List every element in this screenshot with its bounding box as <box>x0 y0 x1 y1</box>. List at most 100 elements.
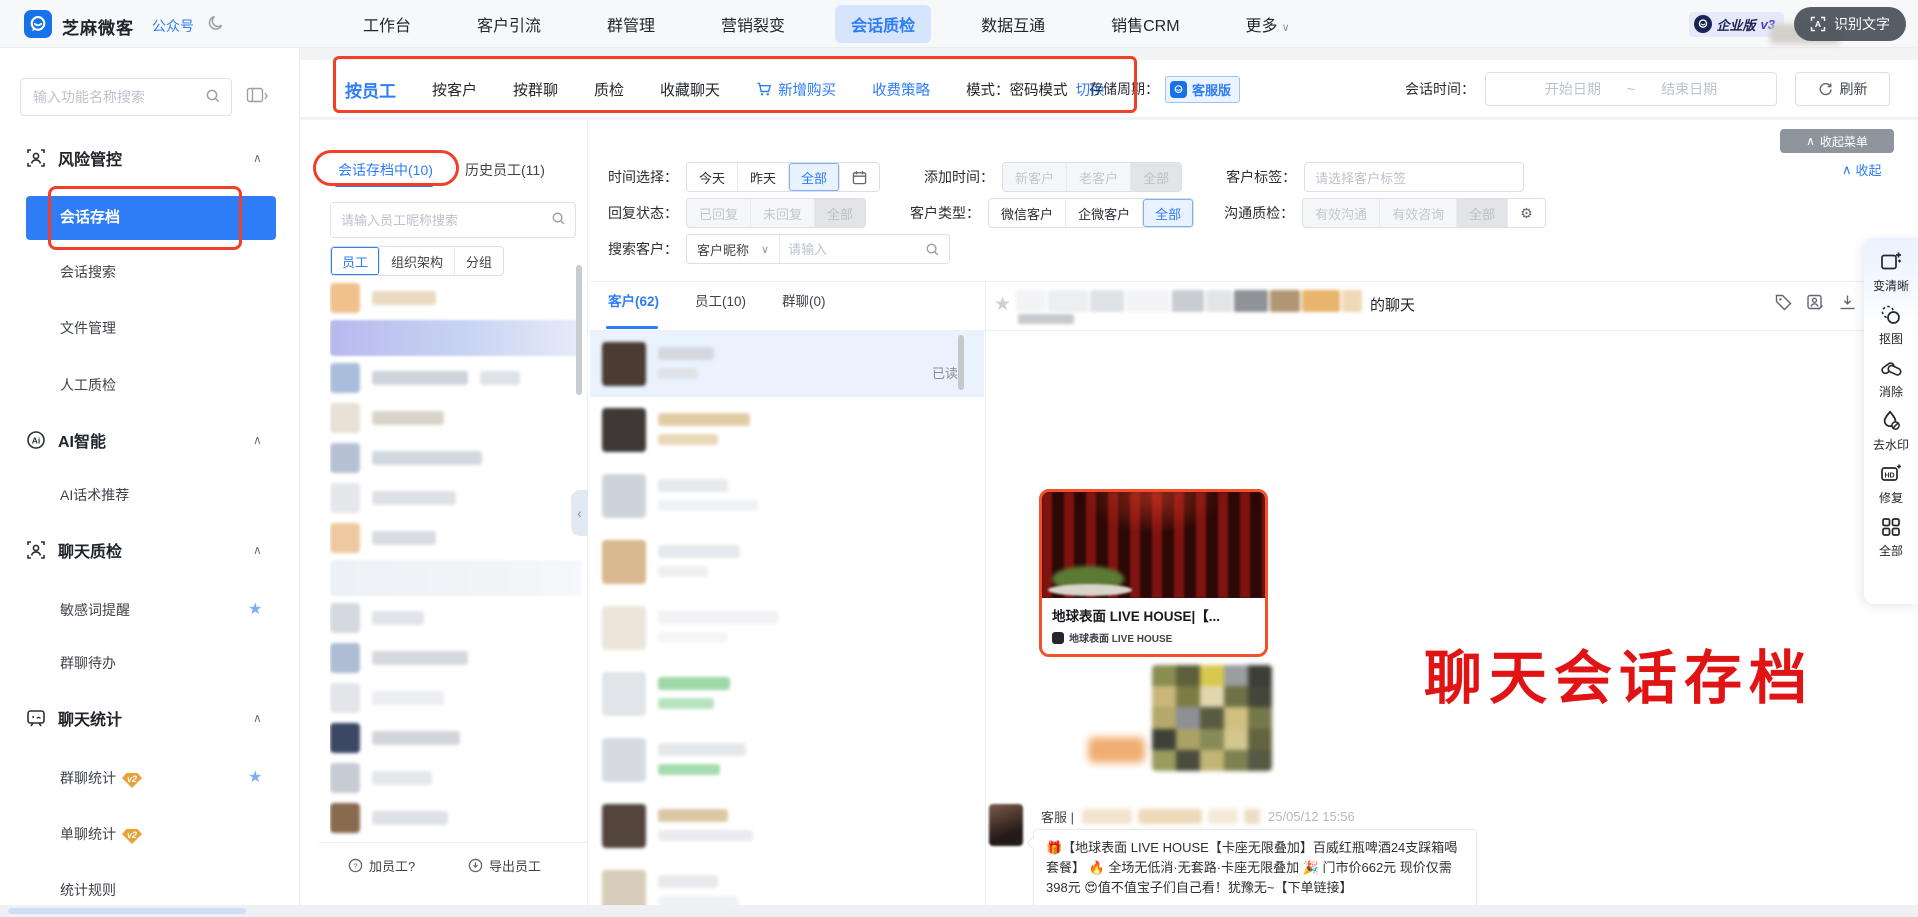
sidebar-item-group-stats[interactable]: 群聊统计v2 <box>60 767 142 789</box>
customer-scrollbar[interactable] <box>958 335 964 390</box>
comm-all-button[interactable]: 全部 <box>1457 199 1508 227</box>
refresh-button[interactable]: 刷新 <box>1795 72 1890 106</box>
tab-by-employee[interactable]: 按员工 <box>345 77 396 102</box>
sidebar-item-sensitive-words[interactable]: 敏感词提醒 <box>60 599 130 621</box>
message-bubble[interactable]: 🎁【地球表面 LIVE HOUSE【卡座无限叠加】百威红瓶啤酒24支踩箱喝套餐】… <box>1033 829 1477 907</box>
public-account-link[interactable]: 公众号 <box>152 16 194 36</box>
sidebar-group-risk[interactable]: 风险管控 <box>26 147 122 169</box>
tab-archiving-employees[interactable]: 会话存档中(10) <box>338 160 433 180</box>
tool-cutout[interactable]: 抠图 <box>1864 303 1918 347</box>
sidebar-search-box[interactable] <box>20 78 232 116</box>
employee-row[interactable] <box>330 638 582 678</box>
tag-icon[interactable] <box>1774 293 1793 312</box>
chevron-up-icon[interactable]: ∧ <box>253 429 262 451</box>
bottom-scroll-strip[interactable] <box>0 905 1918 917</box>
panel-collapse-handle[interactable]: ‹ <box>571 490 588 536</box>
export-employee-link[interactable]: 导出员工 <box>468 856 541 875</box>
chevron-up-icon[interactable]: ∧ <box>253 147 262 169</box>
customer-row[interactable] <box>590 595 984 661</box>
employee-row[interactable] <box>330 478 582 518</box>
employee-row[interactable] <box>330 758 582 798</box>
comm-consult-button[interactable]: 有效咨询 <box>1380 199 1457 227</box>
sidebar-item-stats-rules[interactable]: 统计规则 <box>60 879 116 901</box>
favorite-star-icon[interactable]: ★ <box>248 768 262 788</box>
horizontal-scrollbar[interactable] <box>8 908 246 914</box>
sidebar-item-session-archive[interactable]: 会话存档 <box>26 196 276 240</box>
employee-row[interactable] <box>330 398 582 438</box>
tool-repair[interactable]: HD 修复 <box>1864 462 1918 506</box>
sidebar-item-group-todo[interactable]: 群聊待办 <box>60 652 116 674</box>
nav-workbench[interactable]: 工作台 <box>330 5 444 43</box>
sidebar-group-chat-stats[interactable]: 聊天统计 <box>26 707 122 729</box>
employee-search-input[interactable] <box>341 203 541 237</box>
nav-session-quality[interactable]: 会话质检 <box>835 5 931 43</box>
nav-customer-acquisition[interactable]: 客户引流 <box>444 5 574 43</box>
customer-row[interactable] <box>590 397 984 463</box>
customer-row[interactable] <box>590 661 984 727</box>
customer-row[interactable] <box>590 859 984 905</box>
new-purchase-link[interactable]: 新增购买 <box>756 79 836 100</box>
tab-qc[interactable]: 质检 <box>594 79 624 100</box>
sidebar-group-ai[interactable]: Ai AI智能 <box>26 429 106 451</box>
segment-group[interactable]: 分组 <box>455 247 503 275</box>
employee-search-box[interactable] <box>330 202 576 238</box>
comm-valid-button[interactable]: 有效沟通 <box>1303 199 1380 227</box>
added-new-button[interactable]: 新客户 <box>1003 163 1067 191</box>
collapse-link[interactable]: ∧ 收起 <box>1842 160 1882 179</box>
segment-org[interactable]: 组织架构 <box>380 247 455 275</box>
add-employee-link[interactable]: ? 加员工? <box>348 856 415 875</box>
employee-row[interactable] <box>330 438 582 478</box>
ctype-work-button[interactable]: 企微客户 <box>1066 199 1143 227</box>
tab-by-group[interactable]: 按群聊 <box>513 79 558 100</box>
employee-row[interactable] <box>330 558 582 598</box>
sidebar-item-single-stats[interactable]: 单聊统计v2 <box>60 823 142 845</box>
customer-row[interactable] <box>590 463 984 529</box>
sidebar-item-ai-script[interactable]: AI话术推荐 <box>60 484 129 506</box>
employee-row[interactable] <box>330 798 582 838</box>
sidebar-item-manual-qc[interactable]: 人工质检 <box>60 374 116 396</box>
tab-favorite-chats[interactable]: 收藏聊天 <box>660 79 720 100</box>
portrait-edit-icon[interactable] <box>1806 293 1825 312</box>
employee-row[interactable] <box>330 358 582 398</box>
ocr-button[interactable]: A 识别文字 <box>1794 7 1906 41</box>
employee-row[interactable] <box>330 318 582 358</box>
customer-row[interactable]: 已读 <box>590 331 984 397</box>
chevron-up-icon[interactable]: ∧ <box>253 539 262 561</box>
nav-more[interactable]: 更多∨ <box>1213 5 1323 43</box>
tab-history-employees[interactable]: 历史员工(11) <box>465 160 545 180</box>
nav-group-management[interactable]: 群管理 <box>574 5 688 43</box>
comm-settings-button[interactable]: ⚙ <box>1508 199 1545 227</box>
employee-row[interactable] <box>330 598 582 638</box>
customer-row[interactable] <box>590 529 984 595</box>
nav-marketing-fission[interactable]: 营销裂变 <box>688 5 818 43</box>
tool-clarify[interactable]: 变清晰 <box>1864 250 1918 294</box>
added-all-button[interactable]: 全部 <box>1131 163 1181 191</box>
collapse-menu-tag[interactable]: ∧ 收起菜单 <box>1780 129 1894 153</box>
chevron-up-icon[interactable]: ∧ <box>253 707 262 729</box>
tool-all[interactable]: 全部 <box>1864 515 1918 559</box>
favorite-star-icon[interactable]: ★ <box>248 600 262 620</box>
blurred-image-message[interactable] <box>1152 665 1272 771</box>
customer-tag-select[interactable]: 请选择客户标签 <box>1304 162 1524 192</box>
dark-mode-icon[interactable] <box>207 14 225 32</box>
ctype-wechat-button[interactable]: 微信客户 <box>989 199 1066 227</box>
sidebar-search-input[interactable] <box>33 79 193 115</box>
date-range-picker[interactable]: 开始日期 ~ 结束日期 <box>1485 72 1777 106</box>
nav-data-sync[interactable]: 数据互通 <box>948 5 1078 43</box>
pricing-link[interactable]: 收费策略 <box>872 79 930 100</box>
tool-remove-watermark[interactable]: 去水印 <box>1864 409 1918 453</box>
tool-erase[interactable]: 消除 <box>1864 356 1918 400</box>
tab-customers[interactable]: 客户(62) <box>608 290 659 310</box>
download-icon[interactable] <box>1838 293 1857 312</box>
collapse-sidebar-icon[interactable] <box>246 86 268 106</box>
tab-by-customer[interactable]: 按客户 <box>432 79 477 100</box>
segment-employee[interactable]: 员工 <box>331 247 380 275</box>
nav-sales-crm[interactable]: 销售CRM <box>1078 5 1212 43</box>
employee-row[interactable] <box>330 518 582 558</box>
added-old-button[interactable]: 老客户 <box>1067 163 1131 191</box>
sidebar-item-file-management[interactable]: 文件管理 <box>60 317 116 339</box>
product-card-message[interactable]: 地球表面 LIVE HOUSE|【... 地球表面 LIVE HOUSE <box>1039 489 1268 657</box>
ctype-all-button[interactable]: 全部 <box>1143 199 1193 227</box>
customer-row[interactable] <box>590 727 984 793</box>
star-favorite-icon[interactable]: ★ <box>994 293 1011 316</box>
